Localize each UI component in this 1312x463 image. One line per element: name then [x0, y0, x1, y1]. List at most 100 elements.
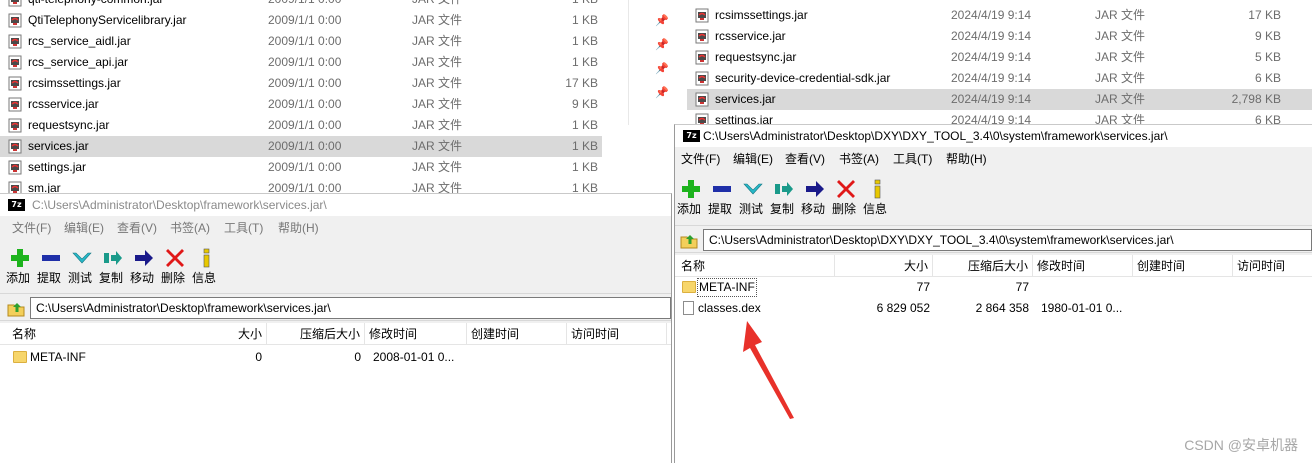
file-size: 1 KB: [518, 0, 598, 10]
toolbar-label: 复制: [99, 271, 124, 285]
info-button[interactable]: 信息: [863, 175, 895, 219]
list-item[interactable]: META-INF 0 0 2008-01-01 0...: [0, 347, 671, 368]
file-row[interactable]: qti-telephony-common.jar 2009/1/1 0:00 JAR…: [0, 0, 602, 10]
file-date: 2009/1/1 0:00: [268, 160, 342, 174]
list-item[interactable]: classes.dex 6 829 052 2 864 358 1980-01-…: [675, 298, 1312, 319]
column-size[interactable]: 大小: [170, 323, 267, 345]
up-folder-icon[interactable]: [6, 299, 26, 317]
column-created[interactable]: 创建时间: [1133, 255, 1233, 277]
list-item[interactable]: META-INF 77 77: [675, 277, 1312, 298]
file-row[interactable]: requestsync.jar 2024/4/19 9:14 JAR 文件 5 KB: [687, 47, 1312, 68]
sevenzip-logo-icon: 7z: [8, 199, 25, 211]
file-row[interactable]: rcs_service_api.jar 2009/1/1 0:00 JAR 文件 1 …: [0, 52, 602, 73]
test-button[interactable]: 测试: [68, 244, 100, 288]
file-date: 2009/1/1 0:00: [268, 0, 341, 10]
title-bar[interactable]: 7z C:\Users\Administrator\Desktop\DXY\DX…: [675, 125, 1312, 147]
file-type: JAR 文件: [412, 34, 463, 48]
sevenzip-window-left: 7z C:\Users\Administrator\Desktop\framew…: [0, 193, 672, 463]
file-date: 2009/1/1 0:00: [268, 139, 342, 153]
column-modified[interactable]: 修改时间: [1033, 255, 1133, 277]
jar-file-icon: [8, 97, 23, 112]
file-row[interactable]: services.jar 2009/1/1 0:00 JAR 文件 1 KB: [0, 136, 602, 157]
file-row[interactable]: rcsservice.jar 2024/4/19 9:14 JAR 文件 9 KB: [687, 26, 1312, 47]
left-file-explorer: qti-telephony-common.jar 2009/1/1 0:00 JAR…: [0, 0, 628, 200]
extract-button[interactable]: 提取: [37, 244, 69, 288]
toolbar-label: 移动: [130, 271, 155, 285]
menu-bookmarks[interactable]: 书签(A): [839, 149, 879, 169]
column-name[interactable]: 名称: [677, 255, 835, 277]
title-bar[interactable]: 7z C:\Users\Administrator\Desktop\framew…: [0, 194, 671, 216]
menu-file[interactable]: 文件(F): [681, 149, 720, 169]
file-size: 1 KB: [571, 55, 598, 69]
file-type: JAR 文件: [1095, 113, 1146, 125]
delete-button[interactable]: 删除: [161, 244, 193, 288]
file-row[interactable]: requestsync.jar 2009/1/1 0:00 JAR 文件 1 KB: [0, 115, 602, 136]
file-date: 2024/4/19 9:14: [951, 92, 1032, 106]
column-modified[interactable]: 修改时间: [365, 323, 467, 345]
file-row[interactable]: rcsimssettings.jar 2009/1/1 0:00 JAR 文件 17 …: [0, 73, 602, 94]
jar-file-icon: [8, 13, 23, 28]
file-name: settings.jar: [715, 113, 774, 125]
file-row[interactable]: settings.jar 2009/1/1 0:00 JAR 文件 1 KB: [0, 157, 602, 178]
column-accessed[interactable]: 访问时间: [1233, 255, 1312, 277]
pin-icon[interactable]: 📌: [655, 64, 669, 75]
menu-edit[interactable]: 编辑(E): [733, 149, 773, 169]
move-button[interactable]: 移动: [801, 175, 833, 219]
list-header: 名称 大小 压缩后大小 修改时间 创建时间 访问时间: [675, 255, 1312, 277]
menu-file[interactable]: 文件(F): [12, 218, 51, 238]
menu-bookmarks[interactable]: 书签(A): [170, 218, 210, 238]
file-date: 2009/1/1 0:00: [268, 118, 342, 132]
file-date: 2009/1/1 0:00: [268, 76, 342, 90]
file-row[interactable]: security-device-credential-sdk.jar 2024/4…: [687, 68, 1312, 89]
toolbar-label: 信息: [192, 271, 217, 285]
add-button[interactable]: 添加: [677, 175, 709, 219]
file-row[interactable]: rcsservice.jar 2009/1/1 0:00 JAR 文件 9 KB: [0, 94, 602, 115]
jar-file-icon: [695, 29, 710, 44]
pin-icon[interactable]: 📌: [655, 88, 669, 99]
menu-help[interactable]: 帮助(H): [278, 218, 319, 238]
file-type: JAR 文件: [1095, 29, 1146, 43]
menu-tools[interactable]: 工具(T): [224, 218, 263, 238]
menu-view[interactable]: 查看(V): [117, 218, 157, 238]
column-created[interactable]: 创建时间: [467, 323, 567, 345]
extract-button[interactable]: 提取: [708, 175, 740, 219]
file-row[interactable]: rcsimssettings.jar 2024/4/19 9:14 JAR 文件 17…: [687, 5, 1312, 26]
path-input[interactable]: C:\Users\Administrator\Desktop\framework…: [30, 297, 671, 319]
column-accessed[interactable]: 访问时间: [567, 323, 667, 345]
file-type: JAR 文件: [412, 97, 463, 111]
test-button[interactable]: 测试: [739, 175, 771, 219]
delete-button[interactable]: 删除: [832, 175, 864, 219]
file-row[interactable]: settings.jar 2024/4/19 9:14 JAR 文件 6 KB: [687, 110, 1312, 125]
move-button[interactable]: 移动: [130, 244, 162, 288]
column-name[interactable]: 名称: [8, 323, 170, 345]
file-row[interactable]: rcs_service_aidl.jar 2009/1/1 0:00 JAR 文件 1…: [0, 31, 602, 52]
pin-icon[interactable]: 📌: [655, 40, 669, 51]
menu-view[interactable]: 查看(V): [785, 149, 825, 169]
item-name: META-INF: [30, 350, 86, 364]
up-folder-icon[interactable]: [679, 231, 699, 249]
add-button[interactable]: 添加: [6, 244, 38, 288]
column-packed-size[interactable]: 压缩后大小: [933, 255, 1033, 277]
file-size: 5 KB: [1254, 50, 1281, 64]
jar-file-icon: [695, 8, 710, 23]
toolbar-label: 测试: [68, 271, 93, 285]
file-size: 17 KB: [565, 76, 598, 90]
column-size[interactable]: 大小: [835, 255, 933, 277]
file-name: requestsync.jar: [28, 118, 110, 132]
file-date: 2024/4/19 9:14: [951, 8, 1032, 22]
column-packed-size[interactable]: 压缩后大小: [267, 323, 365, 345]
item-name: META-INF: [697, 278, 757, 297]
info-button[interactable]: 信息: [192, 244, 224, 288]
menu-edit[interactable]: 编辑(E): [64, 218, 104, 238]
copy-button[interactable]: 复制: [99, 244, 131, 288]
path-input[interactable]: C:\Users\Administrator\Desktop\DXY\DXY_T…: [703, 229, 1312, 251]
file-name: rcsservice.jar: [28, 97, 99, 111]
file-row[interactable]: services.jar 2024/4/19 9:14 JAR 文件 2,798 KB: [687, 89, 1312, 110]
file-row[interactable]: QtiTelephonyServicelibrary.jar 2009/1/1 0…: [0, 10, 602, 31]
file-name: requestsync.jar: [715, 50, 797, 64]
pin-icon[interactable]: 📌: [655, 16, 669, 27]
menu-tools[interactable]: 工具(T): [893, 149, 932, 169]
copy-button[interactable]: 复制: [770, 175, 802, 219]
menu-bar: 文件(F) 编辑(E) 查看(V) 书签(A) 工具(T) 帮助(H): [0, 218, 671, 238]
menu-help[interactable]: 帮助(H): [946, 149, 987, 169]
